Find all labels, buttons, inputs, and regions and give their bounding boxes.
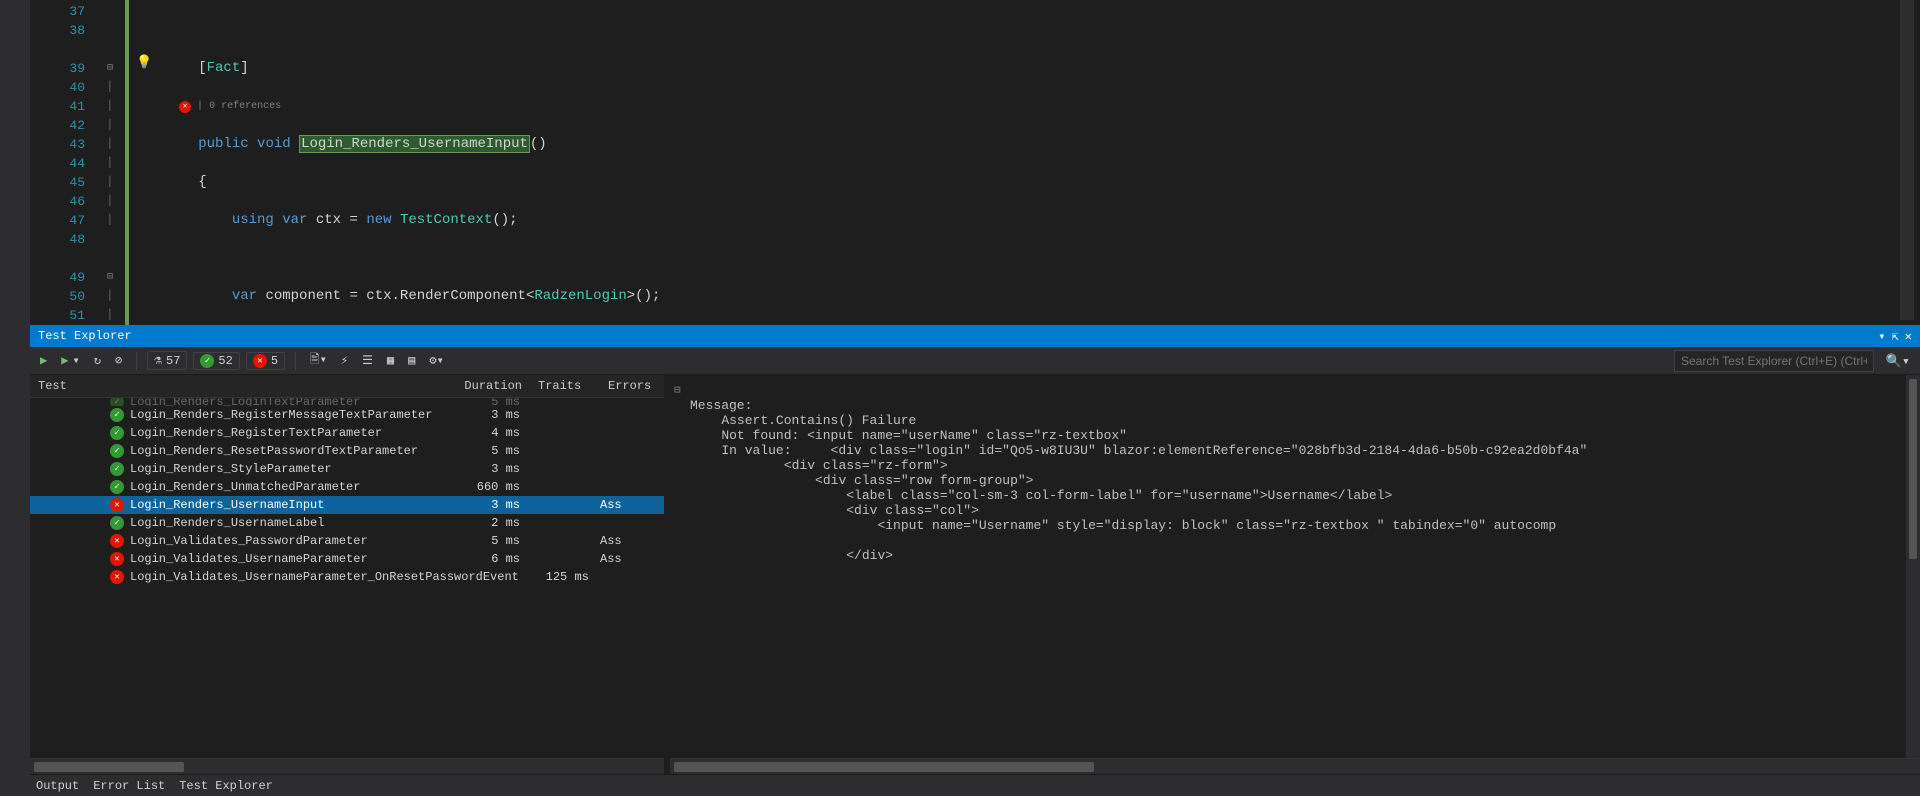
test-duration: 3 ms bbox=[450, 498, 530, 512]
test-explorer-panel: Test Explorer ▾ ⇱ ✕ ▶ ▶▾ ↻ ⊘ ⚗57 ✓52 ✕5 … bbox=[30, 325, 1920, 774]
method-name-highlight: Login_Renders_UsernameInput bbox=[299, 135, 530, 153]
columns-button[interactable]: ▦ bbox=[383, 351, 398, 370]
test-name: Login_Renders_UsernameLabel bbox=[130, 516, 324, 530]
dropdown-icon[interactable]: ▾ bbox=[1878, 329, 1885, 344]
test-duration: 5 ms bbox=[450, 398, 530, 406]
test-row[interactable]: ✕ Login_Validates_UsernameParameter 6 ms As… bbox=[30, 550, 664, 568]
test-name: Login_Validates_UsernameParameter bbox=[130, 552, 368, 566]
failed-tests-pill[interactable]: ✕5 bbox=[246, 352, 285, 370]
test-duration: 3 ms bbox=[450, 462, 530, 476]
test-error: Ass bbox=[600, 534, 650, 548]
test-duration: 3 ms bbox=[450, 408, 530, 422]
run-all-button[interactable]: ▶ bbox=[36, 351, 51, 370]
search-input[interactable] bbox=[1674, 350, 1874, 372]
code-editor[interactable]: 37 38 39 40 41 42 43 44 45 46 47 48 49 5… bbox=[40, 0, 1920, 325]
left-margin bbox=[0, 0, 30, 796]
run-button[interactable]: ▶▾ bbox=[57, 351, 83, 370]
playlist-button[interactable]: 🖹▾ bbox=[306, 348, 331, 373]
pin-icon[interactable]: ⇱ bbox=[1892, 329, 1899, 344]
test-duration: 5 ms bbox=[450, 444, 530, 458]
test-name: Login_Validates_UsernameParameter_OnRese… bbox=[130, 570, 519, 584]
total-tests-pill[interactable]: ⚗57 bbox=[147, 351, 187, 370]
test-name: Login_Validates_PasswordParameter bbox=[130, 534, 368, 548]
test-name: Login_Renders_ResetPasswordTextParameter bbox=[130, 444, 418, 458]
test-list-pane: Test Duration Traits Errors ✓ Login_Rende… bbox=[30, 375, 670, 774]
group-by-button[interactable]: ☰ bbox=[358, 351, 377, 370]
test-row[interactable]: ✓ Login_Renders_UnmatchedParameter 660 ms bbox=[30, 478, 664, 496]
tab-test-explorer[interactable]: Test Explorer bbox=[179, 779, 273, 793]
test-duration: 5 ms bbox=[450, 534, 530, 548]
grid-header[interactable]: Test Duration Traits Errors bbox=[30, 375, 664, 398]
fold-column[interactable]: ⊟││││││││⊟││ bbox=[95, 0, 125, 325]
settings-button[interactable]: ⚙▾ bbox=[425, 351, 447, 370]
close-icon[interactable]: ✕ bbox=[1905, 329, 1912, 344]
col-test[interactable]: Test bbox=[30, 375, 450, 397]
test-name: Login_Renders_UnmatchedParameter bbox=[130, 480, 360, 494]
tab-error-list[interactable]: Error List bbox=[93, 779, 165, 793]
test-error: Ass bbox=[600, 552, 650, 566]
bottom-tabs: Output Error List Test Explorer bbox=[30, 774, 1920, 796]
fail-icon: ✕ bbox=[110, 534, 124, 548]
test-error: Ass bbox=[600, 498, 650, 512]
pass-icon: ✓ bbox=[110, 516, 124, 530]
repeat-button[interactable]: ↻ bbox=[90, 351, 105, 370]
cancel-run-button[interactable]: ⊘ bbox=[111, 351, 126, 370]
col-error[interactable]: Errors bbox=[600, 375, 659, 397]
code-content[interactable]: [Fact] ✕ | 0 references public void Logi… bbox=[131, 0, 1920, 325]
panel-titlebar[interactable]: Test Explorer ▾ ⇱ ✕ bbox=[30, 325, 1920, 347]
test-duration: 6 ms bbox=[450, 552, 530, 566]
pass-icon: ✓ bbox=[110, 462, 124, 476]
pass-icon: ✓ bbox=[110, 408, 124, 422]
search-icon[interactable]: 🔍▾ bbox=[1886, 354, 1910, 369]
change-indicator bbox=[125, 0, 129, 325]
show-output-button[interactable]: ▤ bbox=[404, 351, 419, 370]
test-row[interactable]: ✓ Login_Renders_RegisterTextParameter 4 ms bbox=[30, 424, 664, 442]
test-duration: 2 ms bbox=[450, 516, 530, 530]
test-duration: 660 ms bbox=[450, 480, 530, 494]
pass-icon: ✓ bbox=[110, 444, 124, 458]
line-gutter: 37 38 39 40 41 42 43 44 45 46 47 48 49 5… bbox=[40, 0, 95, 325]
test-duration: 125 ms bbox=[519, 570, 599, 584]
flash-icon[interactable]: ⚡ bbox=[337, 351, 352, 370]
test-row[interactable]: ✓ Login_Renders_UsernameLabel 2 ms bbox=[30, 514, 664, 532]
fail-icon: ✕ bbox=[110, 570, 124, 584]
pass-icon: ✓ bbox=[110, 426, 124, 440]
fail-icon: ✕ bbox=[110, 552, 124, 566]
horizontal-scrollbar-right[interactable] bbox=[670, 758, 1920, 774]
col-duration[interactable]: Duration bbox=[450, 375, 530, 397]
horizontal-scrollbar-left[interactable] bbox=[30, 758, 664, 774]
test-detail-pane: ⊟ Message: Assert.Contains() Failure Not… bbox=[670, 375, 1920, 774]
col-traits[interactable]: Traits bbox=[530, 375, 600, 397]
test-row[interactable]: ✓ Login_Renders_RegisterMessageTextParame… bbox=[30, 406, 664, 424]
pass-icon: ✓ bbox=[110, 398, 124, 406]
test-name: Login_Renders_RegisterTextParameter bbox=[130, 426, 382, 440]
test-toolbar: ▶ ▶▾ ↻ ⊘ ⚗57 ✓52 ✕5 🖹▾ ⚡ ☰ ▦ ▤ ⚙▾ 🔍▾ bbox=[30, 347, 1920, 375]
test-fail-icon: ✕ bbox=[179, 101, 191, 113]
tab-output[interactable]: Output bbox=[36, 779, 79, 793]
vertical-scrollbar-right[interactable] bbox=[1906, 375, 1920, 758]
test-row[interactable]: ✓ Login_Renders_StyleParameter 3 ms bbox=[30, 460, 664, 478]
test-row[interactable]: ✕ Login_Validates_UsernameParameter_OnRes… bbox=[30, 568, 664, 586]
test-duration: 4 ms bbox=[450, 426, 530, 440]
detail-text[interactable]: Message: Assert.Contains() Failure Not f… bbox=[670, 375, 1920, 758]
fail-icon: ✕ bbox=[110, 498, 124, 512]
test-name: Login_Renders_StyleParameter bbox=[130, 462, 332, 476]
test-name: Login_Renders_LoginTextParameter bbox=[130, 398, 360, 406]
minimap-scroll[interactable] bbox=[1900, 0, 1914, 320]
test-row[interactable]: ✕ Login_Renders_UsernameInput 3 ms Ass bbox=[30, 496, 664, 514]
test-row[interactable]: ✓ Login_Renders_LoginTextParameter 5 ms bbox=[30, 398, 664, 406]
test-row[interactable]: ✓ Login_Renders_ResetPasswordTextParamete… bbox=[30, 442, 664, 460]
test-name: Login_Renders_UsernameInput bbox=[130, 498, 324, 512]
pass-icon: ✓ bbox=[110, 480, 124, 494]
test-row[interactable]: ✕ Login_Validates_PasswordParameter 5 ms As… bbox=[30, 532, 664, 550]
search-box[interactable]: 🔍▾ bbox=[1674, 350, 1914, 372]
test-name: Login_Renders_RegisterMessageTextParamet… bbox=[130, 408, 432, 422]
collapse-icon[interactable]: ⊟ bbox=[674, 383, 681, 397]
passed-tests-pill[interactable]: ✓52 bbox=[193, 352, 239, 370]
panel-title-text: Test Explorer bbox=[38, 329, 132, 343]
grid-body[interactable]: ✓ Login_Renders_LoginTextParameter 5 ms ✓ Lo… bbox=[30, 398, 664, 758]
